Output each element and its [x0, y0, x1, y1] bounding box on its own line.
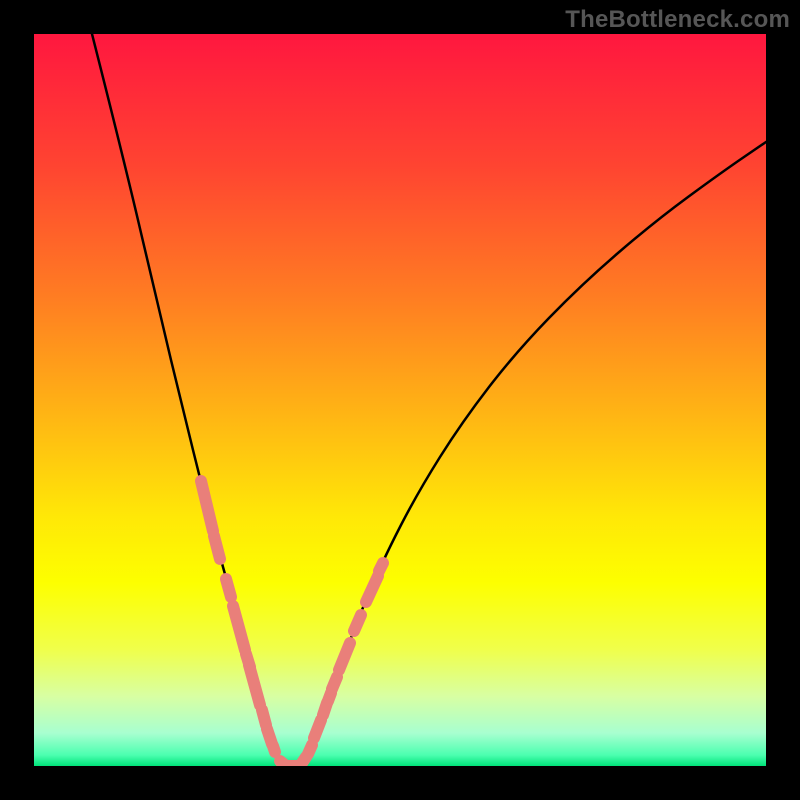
plot-background	[34, 34, 766, 766]
plot-area	[34, 34, 766, 766]
chart-container: TheBottleneck.com	[0, 0, 800, 800]
highlight-segment	[214, 536, 220, 559]
highlight-segment	[354, 615, 361, 631]
highlight-segment	[308, 745, 312, 754]
highlight-segment	[226, 579, 231, 597]
highlight-segment	[273, 746, 275, 752]
highlight-segment	[332, 677, 337, 689]
highlight-segment	[314, 720, 321, 738]
chart-svg	[34, 34, 766, 766]
watermark-text: TheBottleneck.com	[565, 6, 790, 34]
highlight-segment	[379, 563, 383, 571]
highlight-segment	[262, 710, 266, 725]
